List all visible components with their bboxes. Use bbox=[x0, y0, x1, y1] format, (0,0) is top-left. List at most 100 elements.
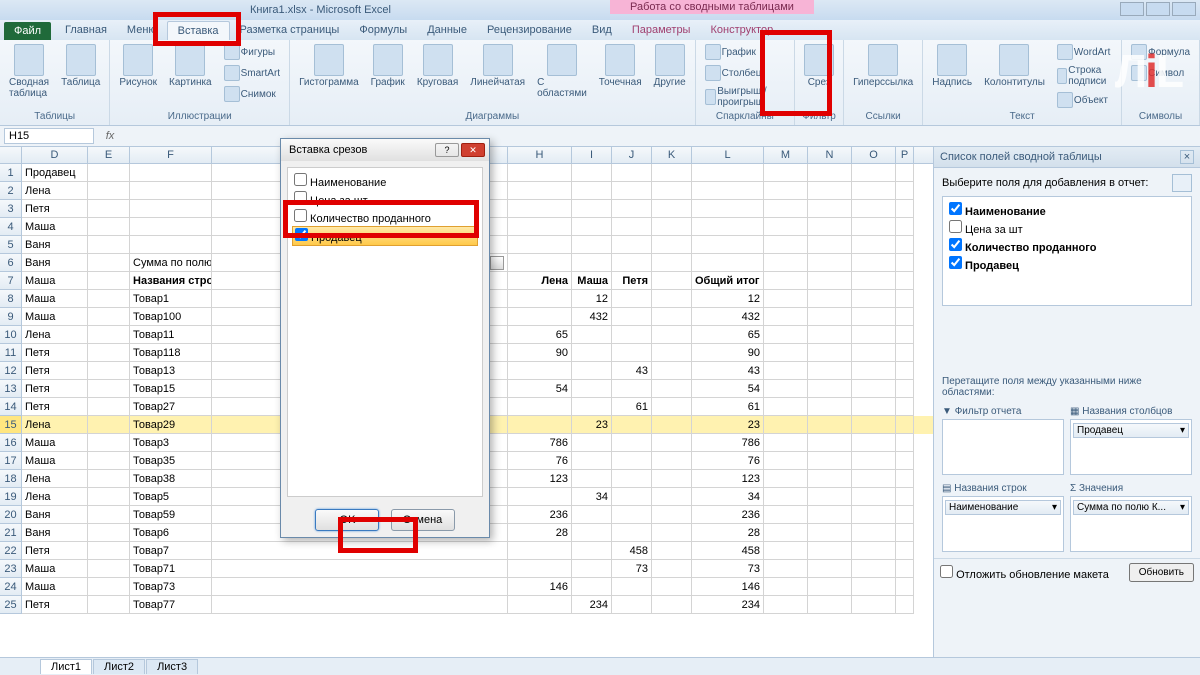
ribbon-Сводная таблица[interactable]: Своднаятаблица bbox=[6, 42, 52, 101]
area-chip[interactable]: Продавец▾ bbox=[1073, 423, 1189, 438]
dialog-title: Вставка срезов bbox=[289, 144, 367, 156]
ribbon-Линейчатая[interactable]: Линейчатая bbox=[467, 42, 528, 90]
dialog-field-Наименование[interactable]: Наименование bbox=[292, 172, 478, 190]
dialog-close-icon[interactable]: ✕ bbox=[461, 143, 485, 157]
sheet-tab[interactable]: Лист1 bbox=[40, 659, 92, 674]
tab-Параметры[interactable]: Параметры bbox=[622, 21, 701, 40]
dialog-field-list[interactable]: Наименование Цена за шт Количество прода… bbox=[287, 167, 483, 497]
field-pane-close-icon[interactable]: × bbox=[1180, 150, 1194, 164]
field-pane-title: Список полей сводной таблицы bbox=[940, 151, 1102, 163]
ribbon-tabs: Файл ГлавнаяМенюВставкаРазметка страницы… bbox=[0, 20, 1200, 40]
window-title-bar: Книга1.xlsx - Microsoft Excel Работа со … bbox=[0, 0, 1200, 20]
tab-Разметка страницы[interactable]: Разметка страницы bbox=[230, 21, 350, 40]
column-header[interactable]: O bbox=[852, 147, 896, 163]
column-header[interactable]: H bbox=[508, 147, 572, 163]
ribbon-Строка подписи[interactable]: Строка подписи bbox=[1054, 63, 1115, 89]
fieldlist-Количество проданного[interactable]: Количество проданного bbox=[947, 237, 1187, 255]
column-header[interactable]: E bbox=[88, 147, 130, 163]
area-report-filter[interactable]: ▼ Фильтр отчета bbox=[942, 404, 1064, 475]
tab-Данные[interactable]: Данные bbox=[417, 21, 477, 40]
sheet-tab[interactable]: Лист2 bbox=[93, 659, 145, 674]
area-chip[interactable]: Сумма по полю К...▾ bbox=[1073, 500, 1189, 515]
ribbon-Гиперссылка[interactable]: Гиперссылка bbox=[850, 42, 916, 90]
ribbon-Столбец[interactable]: Столбец bbox=[702, 63, 788, 83]
chevron-down-icon[interactable] bbox=[490, 256, 504, 270]
tab-Вид[interactable]: Вид bbox=[582, 21, 622, 40]
column-header[interactable]: F bbox=[130, 147, 212, 163]
pivot-field-list-pane: Список полей сводной таблицы × Выберите … bbox=[933, 147, 1200, 657]
column-header[interactable]: I bbox=[572, 147, 612, 163]
fieldlist-Продавец[interactable]: Продавец bbox=[947, 255, 1187, 273]
tab-Конструктор[interactable]: Конструктор bbox=[700, 21, 783, 40]
tab-Вставка[interactable]: Вставка bbox=[167, 21, 230, 40]
formula-bar: H15 fx bbox=[0, 126, 1200, 147]
ribbon-Картинка[interactable]: Картинка bbox=[166, 42, 215, 90]
ribbon-Гистограмма[interactable]: Гистограмма bbox=[296, 42, 362, 90]
ribbon-Выигрыш / проигрыш[interactable]: Выигрыш / проигрыш bbox=[702, 84, 788, 110]
dialog-field-Продавец[interactable]: Продавец bbox=[292, 226, 478, 246]
field-list[interactable]: Наименование Цена за шт Количество прода… bbox=[942, 196, 1192, 306]
ribbon-Объект[interactable]: Объект bbox=[1054, 90, 1115, 110]
ribbon-Точечная[interactable]: Точечная bbox=[596, 42, 645, 90]
table-row[interactable]: 24МашаТовар73146146 bbox=[0, 578, 933, 596]
tab-Формулы[interactable]: Формулы bbox=[349, 21, 417, 40]
dialog-field-Цена за шт[interactable]: Цена за шт bbox=[292, 190, 478, 208]
ribbon-Другие[interactable]: Другие bbox=[651, 42, 689, 90]
window-buttons bbox=[1120, 2, 1196, 16]
tab-Меню[interactable]: Меню bbox=[117, 21, 167, 40]
tab-file[interactable]: Файл bbox=[4, 22, 51, 40]
cancel-button[interactable]: Отмена bbox=[391, 509, 455, 531]
sheet-tab[interactable]: Лист3 bbox=[146, 659, 198, 674]
layout-button-icon[interactable] bbox=[1172, 174, 1192, 192]
ok-button[interactable]: OK bbox=[315, 509, 379, 531]
dialog-field-Количество проданного[interactable]: Количество проданного bbox=[292, 208, 478, 226]
column-header[interactable]: P bbox=[896, 147, 914, 163]
drag-prompt: Перетащите поля между указанными ниже об… bbox=[942, 376, 1192, 398]
select-all-corner[interactable] bbox=[0, 147, 22, 163]
contextual-tab-title: Работа со сводными таблицами bbox=[610, 0, 814, 14]
column-header[interactable]: D bbox=[22, 147, 88, 163]
column-header[interactable]: J bbox=[612, 147, 652, 163]
ribbon: СводнаятаблицаТаблицаТаблицыРисунокКарти… bbox=[0, 40, 1200, 126]
table-row[interactable]: 23МашаТовар717373 bbox=[0, 560, 933, 578]
field-pane-prompt: Выберите поля для добавления в отчет: bbox=[942, 177, 1148, 189]
name-box[interactable]: H15 bbox=[4, 128, 94, 144]
ribbon-Фигуры[interactable]: Фигуры bbox=[221, 42, 283, 62]
sheet-tab-bar: Лист1 Лист2 Лист3 bbox=[0, 657, 1200, 675]
ribbon-Рисунок[interactable]: Рисунок bbox=[116, 42, 160, 90]
close-button[interactable] bbox=[1172, 2, 1196, 16]
minimize-button[interactable] bbox=[1120, 2, 1144, 16]
tab-Главная[interactable]: Главная bbox=[55, 21, 117, 40]
defer-update-checkbox[interactable]: Отложить обновление макета bbox=[940, 565, 1109, 581]
ribbon-Срез[interactable]: Срез bbox=[801, 42, 837, 90]
ribbon-График[interactable]: График bbox=[368, 42, 408, 90]
ribbon-График[interactable]: График bbox=[702, 42, 788, 62]
column-header[interactable]: N bbox=[808, 147, 852, 163]
tab-Рецензирование[interactable]: Рецензирование bbox=[477, 21, 582, 40]
fx-label[interactable]: fx bbox=[98, 130, 122, 142]
maximize-button[interactable] bbox=[1146, 2, 1170, 16]
dialog-help-icon[interactable]: ? bbox=[435, 143, 459, 157]
ribbon-Снимок[interactable]: Снимок bbox=[221, 84, 283, 104]
ribbon-Круговая[interactable]: Круговая bbox=[414, 42, 461, 90]
area-column-labels[interactable]: ▦ Названия столбцов Продавец▾ bbox=[1070, 404, 1192, 475]
update-button[interactable]: Обновить bbox=[1129, 563, 1194, 582]
app-title: Книга1.xlsx - Microsoft Excel bbox=[250, 4, 391, 16]
ribbon-SmartArt[interactable]: SmartArt bbox=[221, 63, 283, 83]
area-values[interactable]: Σ Значения Сумма по полю К...▾ bbox=[1070, 481, 1192, 552]
table-row[interactable]: 25ПетяТовар77234234 bbox=[0, 596, 933, 614]
fieldlist-Цена за шт[interactable]: Цена за шт bbox=[947, 219, 1187, 237]
ribbon-С областями[interactable]: Собластями bbox=[534, 42, 590, 101]
ribbon-WordArt[interactable]: WordArt bbox=[1054, 42, 1115, 62]
area-row-labels[interactable]: ▤ Названия строк Наименование▾ bbox=[942, 481, 1064, 552]
ribbon-Таблица[interactable]: Таблица bbox=[58, 42, 103, 90]
area-chip[interactable]: Наименование▾ bbox=[945, 500, 1061, 515]
ribbon-Надпись[interactable]: Надпись bbox=[929, 42, 975, 90]
fieldlist-Наименование[interactable]: Наименование bbox=[947, 201, 1187, 219]
table-row[interactable]: 22ПетяТовар7458458 bbox=[0, 542, 933, 560]
column-header[interactable]: M bbox=[764, 147, 808, 163]
column-header[interactable]: L bbox=[692, 147, 764, 163]
watermark-logo: ЛiL bbox=[1115, 44, 1182, 98]
column-header[interactable]: K bbox=[652, 147, 692, 163]
ribbon-Колонтитулы[interactable]: Колонтитулы bbox=[981, 42, 1048, 90]
